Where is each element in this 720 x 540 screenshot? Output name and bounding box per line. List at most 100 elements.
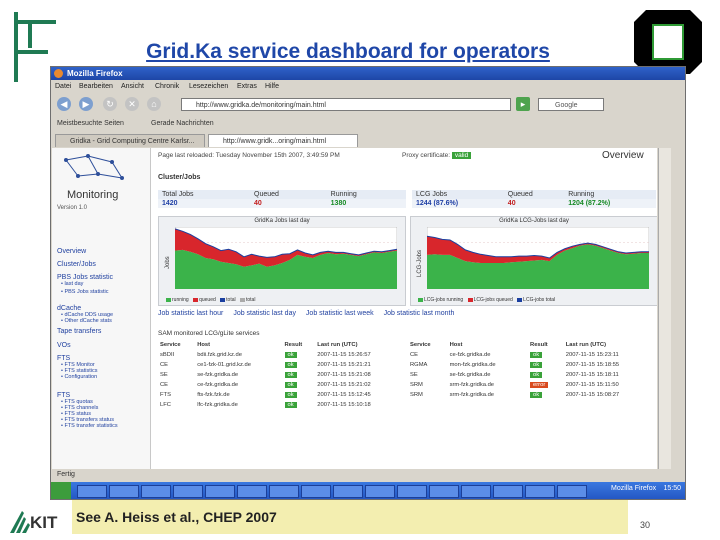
vertical-scrollbar[interactable] [658,148,671,469]
taskbar-item[interactable] [237,485,267,498]
reload-icon[interactable]: ↻ [103,97,117,111]
menu-extras[interactable]: Extras [237,80,257,93]
sidebar-link[interactable]: dCache [57,305,81,312]
total-jobs-value: 1420 [158,199,251,208]
kit-logo: KIT [10,511,58,533]
sam-host[interactable]: ce-fzk.gridka.de [448,350,528,360]
tab-gridka[interactable]: Gridka - Grid Computing Centre Karlsr... [55,134,205,147]
menu-chronik[interactable]: Chronik [155,80,179,93]
taskbar-item[interactable] [141,485,171,498]
lcg-running-value: 1204 (87.2%) [564,199,656,208]
sidebar-sublink[interactable]: • Configuration [61,374,97,380]
sidebar-link[interactable]: PBS Jobs statistic [57,274,113,281]
lcg-chart-legend: LCG-jobs running LCG-jobs queued LCG-job… [415,297,555,303]
sam-host[interactable]: bdii.fzk.grid.kz.de [195,350,282,360]
taskbar-item[interactable] [461,485,491,498]
th-running: Running [326,190,406,199]
address-bar[interactable]: http://www.gridka.de/monitoring/main.htm… [181,98,511,111]
menu-datei[interactable]: Datei [55,80,71,93]
jobs-chart: GridKa Jobs last day Jobs running queued… [158,216,406,306]
legend-lcg-queued: LCG-jobs queued [473,297,513,303]
search-input[interactable]: Google [538,98,604,111]
sam-host[interactable]: ce-fzk.gridka.de [195,380,282,390]
sam-host[interactable]: se-fzk.gridka.de [195,370,282,380]
taskbar-item[interactable] [333,485,363,498]
link-stats-week[interactable]: Job statistic last week [306,310,374,317]
legend-running: running [172,297,189,303]
overview-heading: Overview [602,150,644,161]
sam-host[interactable]: ce1-fzk-01.grid.kz.de [195,360,282,370]
home-icon[interactable]: ⌂ [147,97,161,111]
taskbar-item[interactable] [557,485,587,498]
taskbar-item[interactable] [269,485,299,498]
sidebar-sublink[interactable]: • PBS Jobs statistic [61,289,108,295]
tab-monitoring[interactable]: http://www.gridk...oring/main.html [208,134,358,147]
lcg-summary: LCG Jobs Queued Running 1244 (87.6%) 40 … [412,190,656,208]
bookmark-news[interactable]: Gerade Nachrichten [151,117,214,131]
sidebar-link[interactable]: Overview [57,248,86,255]
sam-result: ok [528,360,564,370]
sam-host[interactable]: fts-fzk.fzk.de [195,390,282,400]
sam-host[interactable]: srm-fzk.gridka.de [448,380,528,390]
sam-row: RGMA mon-fzk.gridka.de ok 2007-11-15 15:18:… [408,360,656,370]
result-badge: error [530,382,549,388]
th-last-run-2: Last run (UTC) [565,342,607,348]
taskbar-item[interactable] [525,485,555,498]
sidebar-link[interactable]: VOs [57,342,71,349]
taskbar-item[interactable] [397,485,427,498]
sidebar-links: Overview Cluster/Jobs PBS Jobs statistic dC… [52,248,150,468]
start-button[interactable] [51,482,71,499]
sidebar-sublink[interactable]: • FTS transfer statistics [61,423,118,429]
go-icon[interactable]: ▸ [516,97,530,111]
sidebar-link[interactable]: FTS [57,392,70,399]
sam-host[interactable]: srm-fzk.gridka.de [448,390,528,400]
taskbar-item[interactable] [301,485,331,498]
sidebar-link[interactable]: Cluster/Jobs [57,261,96,268]
result-badge: ok [284,392,297,398]
bookmark-most-visited[interactable]: Meistbesuchte Seiten [57,117,124,131]
sam-last-run: 2007-11-15 15:08:27 [565,392,620,398]
menu-hilfe[interactable]: Hilfe [265,80,279,93]
sam-host[interactable]: lfc-fzk.gridka.de [195,400,282,410]
taskbar-item[interactable] [429,485,459,498]
taskbar-item[interactable] [109,485,139,498]
forward-icon[interactable]: ▶ [79,97,93,111]
menu-bar: Datei Bearbeiten Ansicht Chronik Lesezei… [51,80,685,93]
menu-ansicht[interactable]: Ansicht [121,80,144,93]
menu-lesezeichen[interactable]: Lesezeichen [189,80,228,93]
sidebar-sublink[interactable]: • last day [61,281,83,287]
sam-result: ok [528,390,564,400]
sam-host[interactable]: mon-fzk.gridka.de [448,360,528,370]
sam-result: ok [283,380,316,390]
jobs-chart-ylabel: Jobs [165,256,171,269]
taskbar-item[interactable] [173,485,203,498]
link-stats-month[interactable]: Job statistic last month [384,310,455,317]
stop-icon[interactable]: ✕ [125,97,139,111]
sidebar-link[interactable]: FTS [57,355,70,362]
result-badge: ok [284,372,297,378]
sam-service: FTS [160,392,171,398]
sidebar-sublink[interactable]: • Other dCache stats [61,318,112,324]
taskbar-active-window[interactable]: Mozilla Firefox [611,485,656,492]
lcg-queued-value: 40 [503,199,565,208]
taskbar-item[interactable] [77,485,107,498]
sidebar-section-title: Monitoring [67,189,119,201]
status-text: Fertig [57,471,75,478]
menu-bearbeiten[interactable]: Bearbeiten [79,80,113,93]
sam-row: SE se-fzk.gridka.de ok 2007-11-15 15:18:11 [408,370,656,380]
legend-swatch-lcg-queued [467,297,473,302]
link-stats-hour[interactable]: Job statistic last hour [158,310,223,317]
link-stats-day[interactable]: Job statistic last day [233,310,296,317]
sidebar-link[interactable]: Tape transfers [57,328,101,335]
taskbar-item[interactable] [493,485,523,498]
sam-service: CE [160,382,169,388]
sam-last-run: 2007-11-15 15:26:57 [317,352,371,358]
back-icon[interactable]: ◀ [57,97,71,111]
sam-row: CE ce1-fzk-01.grid.kz.de ok 2007-11-15 15:2… [158,360,402,370]
sam-last-run: 2007-11-15 15:11:50 [565,382,619,388]
lcg-chart-title: GridKa LCG-Jobs last day [499,218,569,224]
sam-host[interactable]: se-fzk.gridka.de [448,370,528,380]
taskbar-item[interactable] [365,485,395,498]
taskbar-item[interactable] [205,485,235,498]
result-badge: ok [530,372,543,378]
